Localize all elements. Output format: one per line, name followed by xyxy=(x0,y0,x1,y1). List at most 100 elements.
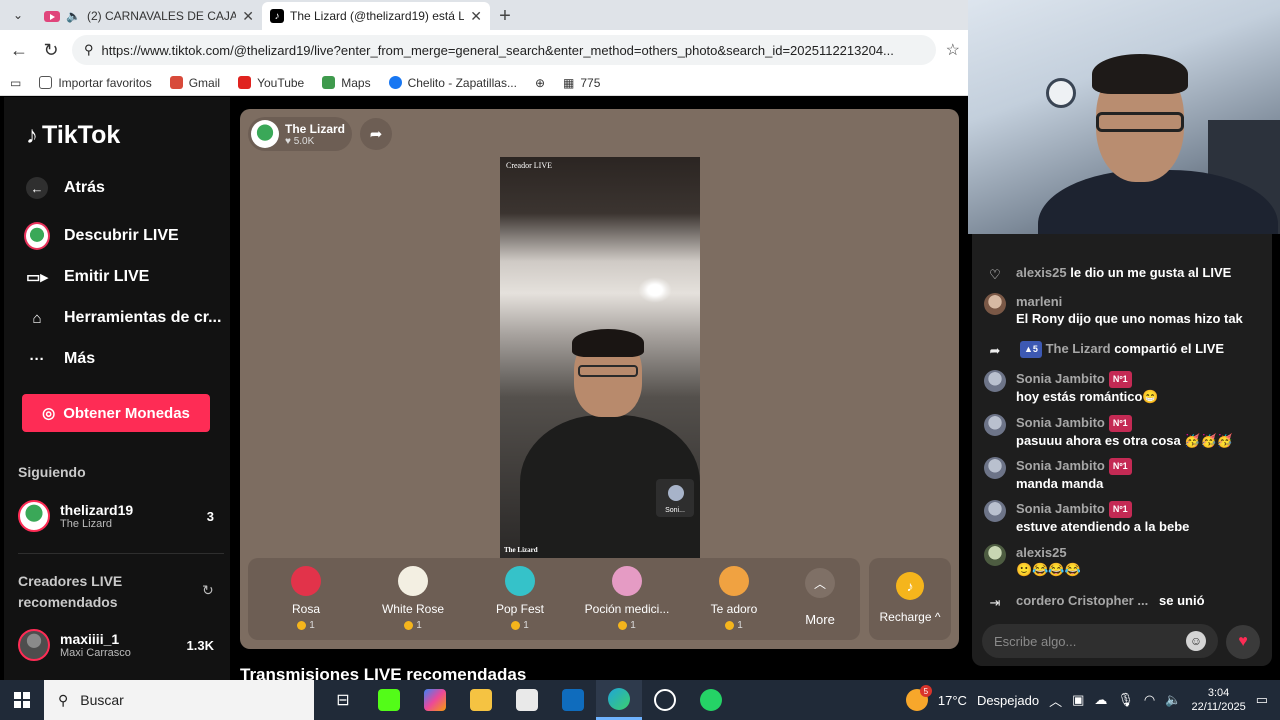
gift-name: Te adoro xyxy=(710,602,758,616)
speedtest-app[interactable] xyxy=(642,680,688,720)
chat-text: 🙂😂😂😂 xyxy=(1016,562,1081,577)
favorite-star-icon[interactable]: ☆ xyxy=(946,40,960,60)
video-host-label: The Lizard xyxy=(504,546,538,554)
refresh-icon[interactable]: ↻ xyxy=(202,582,214,599)
avatar[interactable] xyxy=(984,457,1006,479)
gift-price: 1 xyxy=(256,620,356,631)
weather-desc[interactable]: Despejado xyxy=(977,693,1039,708)
avatar[interactable] xyxy=(984,500,1006,522)
heart-icon: ♥ xyxy=(1238,633,1248,650)
bookmark-gmail[interactable]: Gmail xyxy=(169,76,220,90)
gift-te-adoro[interactable]: Te adoro 1 xyxy=(684,566,784,631)
gift-pop-fest[interactable]: Pop Fest 1 xyxy=(470,566,570,631)
volume-icon[interactable]: 🔈 xyxy=(1165,692,1181,708)
chat-username[interactable]: cordero Cristopher ... xyxy=(1016,593,1148,608)
clock-time: 3:04 xyxy=(1207,687,1230,699)
chat-message: ➦ ▲5 The Lizard compartió el LIVE xyxy=(984,340,1268,362)
get-coins-button[interactable]: ◎ Obtener Monedas xyxy=(22,394,210,432)
weather-icon[interactable]: 5 xyxy=(905,685,932,711)
speaker-icon[interactable]: 🔈 xyxy=(66,9,81,23)
microphone-icon[interactable]: 🎙 xyxy=(1117,692,1134,708)
close-tab-icon[interactable]: ✕ xyxy=(470,8,482,25)
reload-button[interactable]: ↻ xyxy=(40,40,62,61)
sidebar-item-back[interactable]: ← Atrás xyxy=(24,175,105,201)
chat-username[interactable]: The Lizard xyxy=(1046,341,1111,356)
kick-app[interactable] xyxy=(366,680,412,720)
tab-actions-menu[interactable]: ⌄ xyxy=(0,0,36,30)
task-view-button[interactable]: ⊟ xyxy=(320,680,366,720)
avatar[interactable] xyxy=(984,370,1006,392)
sidebar-item-more[interactable]: ··· Más xyxy=(24,346,96,372)
avatar[interactable] xyxy=(984,414,1006,436)
ceiling-light xyxy=(638,277,672,303)
back-button[interactable]: ← xyxy=(8,40,30,61)
copilot-app[interactable] xyxy=(412,680,458,720)
more-gifts-button[interactable]: ︿ More xyxy=(796,568,844,627)
bookmark-import[interactable]: Importar favoritos xyxy=(39,76,152,90)
like-button[interactable]: ♥ xyxy=(1226,625,1260,659)
avatar[interactable] xyxy=(984,544,1006,566)
share-button[interactable]: ➦ xyxy=(360,118,392,150)
site-info-icon[interactable]: ⚲ xyxy=(84,42,94,58)
chat-list[interactable]: ♡ alexis25 le dio un me gusta al LIVE ma… xyxy=(972,234,1272,666)
coin-icon xyxy=(618,621,628,630)
close-tab-icon[interactable]: ✕ xyxy=(242,8,254,25)
bookmark-maps[interactable]: Maps xyxy=(322,76,371,90)
tiktok-logo[interactable]: ♪ TikTok xyxy=(26,121,120,150)
sidebar-toggle-icon[interactable]: ▭ xyxy=(10,76,21,90)
following-title: Siguiendo xyxy=(18,464,86,480)
chat-username[interactable]: Sonia Jambito xyxy=(1016,415,1105,430)
host-info[interactable]: The Lizard ♥ 5.0K xyxy=(248,117,352,151)
live-video[interactable]: Creador LIVE Soni... The Lizard xyxy=(500,157,700,558)
wifi-icon[interactable]: ◠ xyxy=(1144,692,1155,708)
divider xyxy=(18,553,224,554)
gift-rosa[interactable]: Rosa 1 xyxy=(256,566,356,631)
sidebar-item-discover-live[interactable]: Descubrir LIVE xyxy=(24,222,179,250)
chat-text: El Rony dijo que uno nomas hizo tak xyxy=(1016,311,1243,326)
gift-pocion[interactable]: Poción medici... 1 xyxy=(577,566,677,631)
outlook-app[interactable] xyxy=(550,680,596,720)
chat-input[interactable]: Escribe algo... ☺ xyxy=(982,624,1218,658)
tab-the-lizard[interactable]: ♪ The Lizard (@thelizard19) está LIVE ✕ xyxy=(262,2,490,30)
chat-username[interactable]: Sonia Jambito xyxy=(1016,371,1105,386)
url-field[interactable]: ⚲ https://www.tiktok.com/@thelizard19/li… xyxy=(72,35,936,65)
guest-tile[interactable]: Soni... xyxy=(656,479,694,517)
chat-username[interactable]: alexis25 xyxy=(1016,544,1081,561)
chat-message: Sonia Jambito Nº1 manda manda xyxy=(984,457,1268,492)
clock[interactable]: 3:04 22/11/2025 xyxy=(1191,686,1245,714)
store-app[interactable] xyxy=(504,680,550,720)
gift-white-rose[interactable]: White Rose 1 xyxy=(363,566,463,631)
bookmark-youtube[interactable]: YouTube xyxy=(238,76,304,90)
file-explorer-app[interactable] xyxy=(458,680,504,720)
weather-temp[interactable]: 17°C xyxy=(938,693,967,708)
folder-icon xyxy=(470,689,492,711)
chat-text: pasuuu ahora es otra cosa 🥳🥳🥳 xyxy=(1016,433,1233,449)
chat-username[interactable]: Sonia Jambito xyxy=(1016,501,1105,516)
chat-username[interactable]: alexis25 xyxy=(1016,265,1067,280)
recommended-item[interactable]: maxiiii_1 Maxi Carrasco 1.3K xyxy=(18,629,214,661)
sidebar-item-creator-tools[interactable]: ⌂ Herramientas de cr... xyxy=(24,305,221,331)
start-button[interactable] xyxy=(0,680,44,720)
cloud-icon[interactable]: ☁ xyxy=(1094,692,1107,708)
recharge-button[interactable]: ♪ Recharge ^ xyxy=(869,558,951,640)
edge-app[interactable] xyxy=(596,680,642,720)
tab-carnavales[interactable]: 🔈 (2) CARNAVALES DE CAJAMARCA ✕ xyxy=(36,2,262,30)
meet-now-icon[interactable]: ▣ xyxy=(1072,692,1084,708)
notifications-icon[interactable]: ▭ xyxy=(1256,692,1268,708)
bookmark-chelito[interactable]: Chelito - Zapatillas... xyxy=(388,76,517,90)
white-rose-gift-icon xyxy=(398,566,428,596)
sidebar-item-go-live[interactable]: ▭▸ Emitir LIVE xyxy=(24,264,149,290)
bookmark-775[interactable]: ▦ 775 xyxy=(563,76,600,90)
whatsapp-app[interactable] xyxy=(688,680,734,720)
following-item[interactable]: thelizard19 The Lizard 3 xyxy=(18,500,214,532)
new-tab-button[interactable]: + xyxy=(490,2,520,30)
avatar[interactable] xyxy=(984,293,1006,315)
bookmark-globe[interactable]: ⊕ xyxy=(535,76,545,90)
chevron-up-icon[interactable]: ︿ xyxy=(1049,691,1062,710)
taskbar-search[interactable]: ⚲ Buscar xyxy=(44,680,314,720)
emoji-icon[interactable]: ☺ xyxy=(1186,631,1206,651)
bookmark-label: YouTube xyxy=(257,75,305,90)
outlook-icon xyxy=(562,689,584,711)
chat-username[interactable]: marleni xyxy=(1016,293,1243,310)
chat-username[interactable]: Sonia Jambito xyxy=(1016,458,1105,473)
